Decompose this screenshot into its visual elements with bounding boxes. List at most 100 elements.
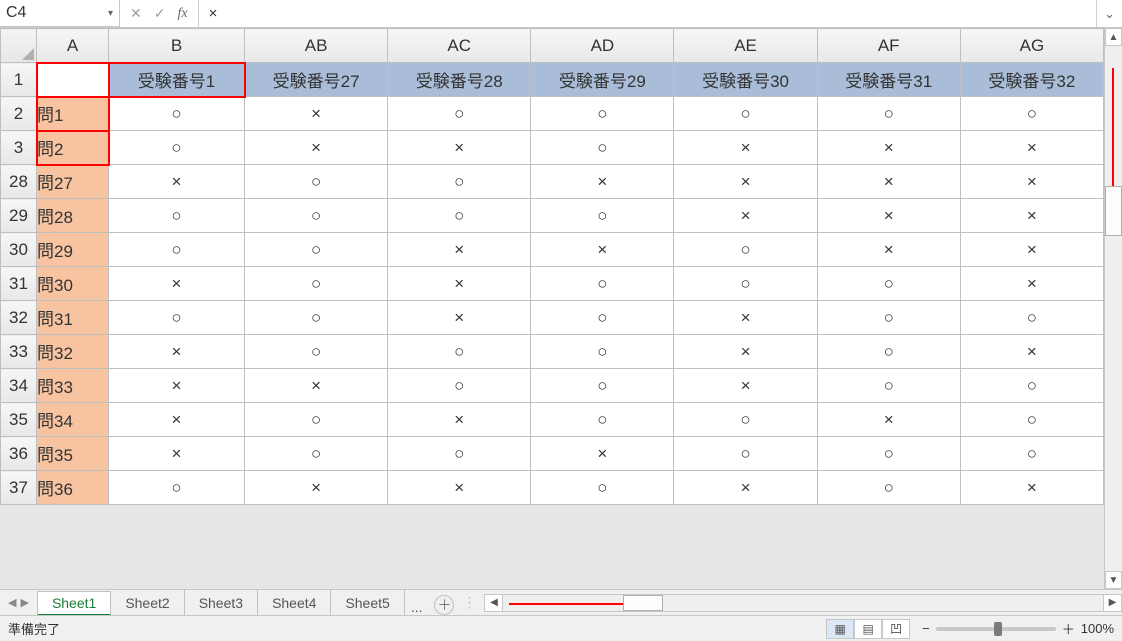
cell-data[interactable]: × <box>817 403 960 437</box>
zoom-label[interactable]: 100% <box>1081 621 1114 636</box>
cell-data[interactable]: × <box>531 437 674 471</box>
cell-data[interactable]: ○ <box>245 233 388 267</box>
cell-data[interactable]: ○ <box>817 437 960 471</box>
zoom-slider-knob[interactable] <box>994 622 1002 636</box>
zoom-slider[interactable] <box>936 627 1056 631</box>
vertical-scrollbar[interactable]: ▲ ▼ <box>1104 28 1122 589</box>
cell-data[interactable]: ○ <box>674 233 817 267</box>
scroll-right-button[interactable]: ▶ <box>1103 595 1121 611</box>
cell-data[interactable]: ○ <box>817 335 960 369</box>
cell-data[interactable]: ○ <box>531 301 674 335</box>
row-header-33[interactable]: 33 <box>1 335 37 369</box>
cell-data[interactable]: × <box>817 131 960 165</box>
col-header-AD[interactable]: AD <box>531 29 674 63</box>
cell-data[interactable]: × <box>388 471 531 505</box>
cell-data[interactable]: ○ <box>674 97 817 131</box>
row-header-2[interactable]: 2 <box>1 97 37 131</box>
cell-data[interactable]: × <box>109 267 245 301</box>
grid-scroll[interactable]: A B AB AC AD AE AF AG 1 受験番号1 受験番号27 受 <box>0 28 1104 589</box>
cell-data[interactable]: ○ <box>245 335 388 369</box>
cell-data[interactable]: × <box>109 437 245 471</box>
cell-data[interactable]: × <box>245 471 388 505</box>
cell-AF1[interactable]: 受験番号31 <box>817 63 960 97</box>
col-header-AC[interactable]: AC <box>388 29 531 63</box>
cell-data[interactable]: × <box>531 233 674 267</box>
name-box-dropdown-icon[interactable]: ▾ <box>108 8 113 19</box>
cell-data[interactable]: ○ <box>817 97 960 131</box>
cell-data[interactable]: × <box>960 335 1103 369</box>
cell-data[interactable]: × <box>245 131 388 165</box>
cell-data[interactable]: ○ <box>817 471 960 505</box>
cell-data[interactable]: ○ <box>109 97 245 131</box>
cell-data[interactable]: × <box>388 267 531 301</box>
col-header-A[interactable]: A <box>37 29 109 63</box>
tab-splitter[interactable]: ⋮ <box>454 594 484 611</box>
cancel-icon[interactable]: ✕ <box>130 5 142 22</box>
cell-data[interactable]: × <box>674 369 817 403</box>
cell-data[interactable]: × <box>960 267 1103 301</box>
row-header-28[interactable]: 28 <box>1 165 37 199</box>
row-header-36[interactable]: 36 <box>1 437 37 471</box>
cell-data[interactable]: × <box>817 165 960 199</box>
cell-A3[interactable]: 問2 <box>37 131 109 165</box>
tab-nav-next-icon[interactable]: ▶ <box>20 596 28 609</box>
hscroll-track[interactable] <box>503 595 1103 611</box>
cell-data[interactable]: × <box>960 471 1103 505</box>
row-header-37[interactable]: 37 <box>1 471 37 505</box>
cell-data[interactable]: × <box>674 335 817 369</box>
cell-data[interactable]: ○ <box>531 267 674 301</box>
cell-data[interactable]: × <box>531 165 674 199</box>
name-box[interactable]: C4 ▾ <box>0 0 120 27</box>
cell-data[interactable]: ○ <box>388 335 531 369</box>
cell-data[interactable]: ○ <box>531 403 674 437</box>
cell-data[interactable]: ○ <box>245 437 388 471</box>
cell-A31[interactable]: 問30 <box>37 267 109 301</box>
cell-data[interactable]: ○ <box>960 369 1103 403</box>
cell-A28[interactable]: 問27 <box>37 165 109 199</box>
cell-data[interactable]: × <box>674 131 817 165</box>
scroll-up-button[interactable]: ▲ <box>1105 28 1122 46</box>
cell-A29[interactable]: 問28 <box>37 199 109 233</box>
tab-nav-prev-icon[interactable]: ◀ <box>8 596 16 609</box>
zoom-in-button[interactable]: ＋ <box>1062 619 1075 638</box>
cell-data[interactable]: ○ <box>531 199 674 233</box>
cell-A37[interactable]: 問36 <box>37 471 109 505</box>
formula-content[interactable]: × <box>199 0 1096 27</box>
cell-data[interactable]: × <box>109 369 245 403</box>
cell-data[interactable]: × <box>388 403 531 437</box>
cell-data[interactable]: × <box>817 199 960 233</box>
cell-data[interactable]: × <box>960 131 1103 165</box>
cell-data[interactable]: × <box>109 165 245 199</box>
cell-data[interactable]: × <box>674 199 817 233</box>
cell-A36[interactable]: 問35 <box>37 437 109 471</box>
cell-data[interactable]: ○ <box>817 369 960 403</box>
view-page-layout-button[interactable]: ▤ <box>854 619 882 639</box>
cell-B1[interactable]: 受験番号1 <box>109 63 245 97</box>
cell-data[interactable]: ○ <box>109 199 245 233</box>
cell-A33[interactable]: 問32 <box>37 335 109 369</box>
cell-A2[interactable]: 問1 <box>37 97 109 131</box>
row-header-35[interactable]: 35 <box>1 403 37 437</box>
cell-data[interactable]: × <box>245 369 388 403</box>
add-sheet-button[interactable]: ＋ <box>434 595 454 615</box>
cell-data[interactable]: ○ <box>817 301 960 335</box>
cell-data[interactable]: ○ <box>531 369 674 403</box>
cell-data[interactable]: ○ <box>109 471 245 505</box>
cell-data[interactable]: ○ <box>960 403 1103 437</box>
cell-data[interactable]: ○ <box>674 403 817 437</box>
col-header-AF[interactable]: AF <box>817 29 960 63</box>
cell-data[interactable]: ○ <box>245 301 388 335</box>
cell-data[interactable]: ○ <box>388 437 531 471</box>
view-page-break-button[interactable]: 凹 <box>882 619 910 639</box>
cell-data[interactable]: × <box>960 233 1103 267</box>
cell-data[interactable]: ○ <box>109 233 245 267</box>
cell-data[interactable]: ○ <box>674 267 817 301</box>
cell-AG1[interactable]: 受験番号32 <box>960 63 1103 97</box>
cell-A35[interactable]: 問34 <box>37 403 109 437</box>
col-header-AB[interactable]: AB <box>245 29 388 63</box>
cell-data[interactable]: × <box>388 131 531 165</box>
cell-data[interactable]: ○ <box>245 199 388 233</box>
sheet-tab-1[interactable]: Sheet1 <box>37 591 111 616</box>
cell-data[interactable]: × <box>674 301 817 335</box>
row-header-29[interactable]: 29 <box>1 199 37 233</box>
